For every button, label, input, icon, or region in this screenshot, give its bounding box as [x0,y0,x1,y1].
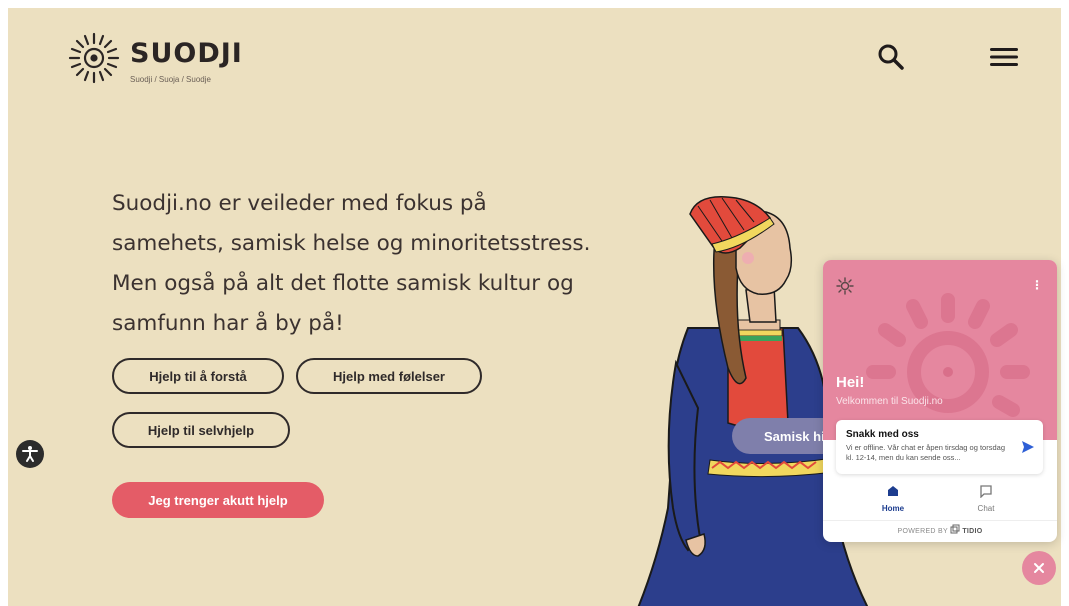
chat-card-text: Vi er offline. Vår chat er åpen tirsdag … [846,443,1005,462]
self-help-button[interactable]: Hjelp til selvhjelp [112,412,290,448]
sun-logo-icon [68,32,120,84]
site-logo[interactable]: SUODJI Suodji / Suoja / Suodje [66,30,246,88]
menu-button[interactable] [988,44,1020,70]
powered-by-footer[interactable]: POWERED BY TIDIO [823,520,1057,542]
chat-nav-bar: Home Chat [823,478,1057,518]
hamburger-menu-icon [990,48,1018,66]
help-understand-button[interactable]: Hjelp til å forstå [112,358,284,394]
home-icon [888,486,898,496]
hero-line: Suodji.no er veileder med fokus på [112,191,487,216]
search-button[interactable] [876,42,906,72]
chat-header: ⋮ Hei! Velkommen til Suodji.no [823,260,1057,440]
chat-nav-home-label: Home [881,504,905,513]
chat-nav-chat-label: Chat [977,504,995,513]
chat-greeting: Hei! [836,374,865,391]
chat-nav-chat[interactable]: Chat [956,482,1016,514]
chat-logo-icon [836,277,854,295]
search-icon [878,44,904,70]
send-icon [1022,441,1034,453]
logo-wordmark: SUODJI [130,38,243,69]
hero-line: samfunn har å by på! [112,311,344,336]
hero-text: Suodji.no er veileder med fokus på sameh… [112,184,632,344]
chat-options-icon[interactable]: ⋮ [1031,278,1043,292]
chat-bubble-icon [980,485,992,499]
powered-by-text: POWERED BY [897,528,948,535]
help-feelings-button[interactable]: Hjelp med følelser [296,358,482,394]
chat-conversation-card[interactable]: Snakk med oss Vi er offline. Vår chat er… [836,420,1043,474]
close-icon [1034,563,1044,573]
chat-welcome-text: Velkommen til Suodji.no [836,396,943,407]
logo-subtitle: Suodji / Suoja / Suodje [130,75,211,84]
chat-widget: ⋮ Hei! Velkommen til Suodji.no Snakk med… [823,260,1057,542]
accessibility-icon [22,446,38,462]
hero-line: Men også på alt det flotte samisk kultur… [112,271,574,296]
tidio-brand-text: TIDIO [962,528,983,535]
chat-nav-home[interactable]: Home [863,482,923,514]
urgent-help-button[interactable]: Jeg trenger akutt hjelp [112,482,324,518]
accessibility-button[interactable] [16,440,44,468]
chat-card-title: Snakk med oss [846,429,919,440]
close-chat-button[interactable] [1022,551,1056,585]
chat-sun-background-icon [866,293,1030,417]
hero-line: samehets, samisk helse og minoritetsstre… [112,231,591,256]
tidio-logo-icon [950,524,960,534]
